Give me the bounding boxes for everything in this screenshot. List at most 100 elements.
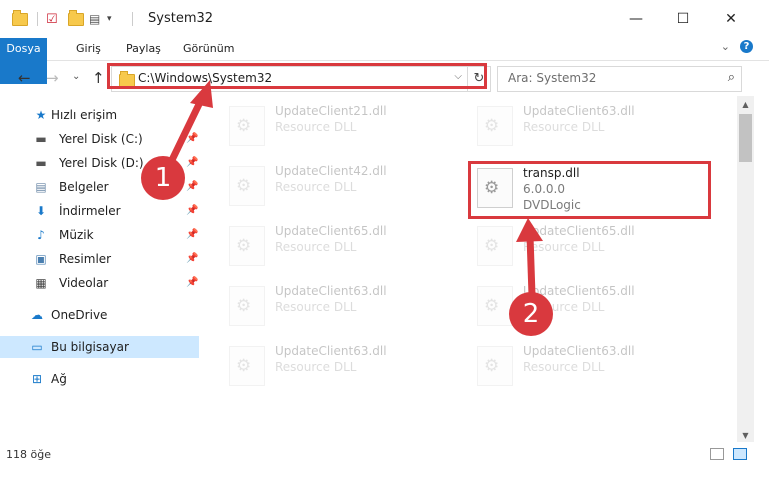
sidebar-item-videos[interactable]: ▦ Videolar 📌 xyxy=(0,272,199,294)
recent-locations-button[interactable]: ⌄ xyxy=(72,71,80,82)
file-list: UpdateClient21.dll Resource DLL UpdateCl… xyxy=(207,96,737,442)
videos-icon: ▦ xyxy=(35,276,47,290)
search-placeholder: Ara: System32 xyxy=(508,71,597,85)
file-item[interactable]: UpdateClient65.dll Resource DLL xyxy=(475,220,705,266)
pin-icon[interactable]: 📌 xyxy=(186,128,198,150)
computer-icon: ▭ xyxy=(31,340,43,354)
network-icon: ⊞ xyxy=(31,372,43,386)
step-marker-1: 1 xyxy=(141,156,185,200)
details-view-icon[interactable] xyxy=(710,448,724,460)
dll-file-icon xyxy=(477,346,513,386)
search-input[interactable]: Ara: System32 ⌕ xyxy=(497,66,742,92)
back-button[interactable]: ← xyxy=(18,69,31,87)
window-title: System32 xyxy=(148,11,214,26)
tab-home[interactable]: Giriş xyxy=(66,38,111,60)
sidebar-item-music[interactable]: ♪ Müzik 📌 xyxy=(0,224,199,246)
search-icon[interactable]: ⌕ xyxy=(728,70,735,85)
scroll-thumb[interactable] xyxy=(739,114,752,162)
sidebar-item-label: Müzik xyxy=(59,228,94,242)
status-bar: 118 öğe xyxy=(0,442,769,467)
sidebar-item-label: Hızlı erişim xyxy=(51,108,118,122)
sidebar-item-label: Ağ xyxy=(51,372,67,386)
up-button[interactable]: ↑ xyxy=(92,69,105,87)
sidebar-item-pictures[interactable]: ▣ Resimler 📌 xyxy=(0,248,199,270)
sidebar-item-this-pc[interactable]: ▭ Bu bilgisayar xyxy=(0,336,199,358)
file-type: Resource DLL xyxy=(275,360,357,374)
dll-file-icon xyxy=(229,166,265,206)
file-type: Resource DLL xyxy=(275,120,357,134)
sidebar-item-quick-access[interactable]: ★ Hızlı erişim xyxy=(0,104,199,126)
file-item[interactable]: UpdateClient63.dll Resource DLL xyxy=(475,100,705,146)
properties-icon[interactable]: ☑ xyxy=(46,10,58,28)
download-icon: ⬇ xyxy=(35,204,47,218)
file-name: UpdateClient65.dll xyxy=(523,224,635,238)
file-type: Resource DLL xyxy=(523,240,605,254)
file-type: Resource DLL xyxy=(523,120,605,134)
pin-icon[interactable]: 📌 xyxy=(186,152,198,174)
file-item[interactable]: UpdateClient42.dll Resource DLL xyxy=(227,160,457,206)
step-marker-2: 2 xyxy=(509,292,553,336)
folder-icon xyxy=(12,9,28,28)
cloud-icon: ☁ xyxy=(31,308,43,322)
sidebar-item-local-disk-c[interactable]: ▬ Yerel Disk (C:) 📌 xyxy=(0,128,199,150)
dll-file-icon xyxy=(477,226,513,266)
quick-access-dropdown-icon[interactable]: ▾ xyxy=(107,10,112,28)
pin-icon[interactable]: 📌 xyxy=(186,224,198,246)
dll-file-icon xyxy=(229,226,265,266)
sidebar-item-onedrive[interactable]: ☁ OneDrive xyxy=(0,304,199,326)
sidebar-item-label: Videolar xyxy=(59,276,109,290)
tab-share[interactable]: Paylaş xyxy=(116,38,171,60)
title-bar: ☑ ▤ ▾ System32 — ☐ ✕ xyxy=(0,0,769,38)
file-item[interactable]: UpdateClient65.dll Resource DLL xyxy=(227,220,457,266)
file-item[interactable]: UpdateClient63.dll Resource DLL xyxy=(227,280,457,326)
ribbon-expand-icon[interactable]: ⌄ xyxy=(721,40,730,53)
music-icon: ♪ xyxy=(37,228,45,242)
address-highlight-box xyxy=(107,63,487,89)
dll-file-icon xyxy=(477,106,513,146)
vertical-scrollbar[interactable]: ▲ ▼ xyxy=(737,96,754,442)
sidebar-item-network[interactable]: ⊞ Ağ xyxy=(0,368,199,390)
new-folder-icon[interactable] xyxy=(68,9,84,28)
maximize-button[interactable]: ☐ xyxy=(663,6,703,32)
pictures-icon: ▣ xyxy=(35,252,47,266)
pin-icon[interactable]: 📌 xyxy=(186,200,198,222)
customize-icon[interactable]: ▤ xyxy=(89,10,100,28)
pin-icon[interactable]: 📌 xyxy=(186,248,198,270)
file-type: Resource DLL xyxy=(275,180,357,194)
sidebar-item-label: Yerel Disk (C:) xyxy=(59,132,143,146)
file-item[interactable]: UpdateClient63.dll Resource DLL xyxy=(227,340,457,386)
dll-file-icon xyxy=(229,346,265,386)
file-name: UpdateClient65.dll xyxy=(275,224,387,238)
sidebar-item-label: Yerel Disk (D:) xyxy=(59,156,144,170)
file-type: Resource DLL xyxy=(275,300,357,314)
file-item[interactable]: UpdateClient63.dll Resource DLL xyxy=(475,340,705,386)
file-item[interactable]: UpdateClient21.dll Resource DLL xyxy=(227,100,457,146)
file-name: UpdateClient63.dll xyxy=(275,284,387,298)
sidebar-item-label: OneDrive xyxy=(51,308,108,322)
scroll-up-icon[interactable]: ▲ xyxy=(737,100,754,109)
sidebar-item-label: Belgeler xyxy=(59,180,109,194)
file-name: UpdateClient63.dll xyxy=(523,104,635,118)
forward-button[interactable]: → xyxy=(46,69,59,87)
file-name: UpdateClient63.dll xyxy=(275,344,387,358)
ribbon: Dosya Giriş Paylaş Görünüm ⌄ ? xyxy=(0,38,769,84)
divider xyxy=(132,12,133,26)
tab-view[interactable]: Görünüm xyxy=(173,38,244,60)
file-highlight-box xyxy=(468,161,711,219)
minimize-button[interactable]: — xyxy=(616,6,656,32)
dll-file-icon xyxy=(229,106,265,146)
file-explorer-window: ☑ ▤ ▾ System32 — ☐ ✕ Dosya Giriş Paylaş … xyxy=(0,0,769,485)
scroll-down-icon[interactable]: ▼ xyxy=(737,431,754,440)
drive-icon: ▬ xyxy=(35,132,47,146)
documents-icon: ▤ xyxy=(35,180,47,194)
close-button[interactable]: ✕ xyxy=(711,6,751,32)
pin-icon[interactable]: 📌 xyxy=(186,272,198,294)
navigation-pane: ★ Hızlı erişim ▬ Yerel Disk (C:) 📌 ▬ Yer… xyxy=(0,96,205,442)
dll-file-icon xyxy=(229,286,265,326)
pin-icon[interactable]: 📌 xyxy=(186,176,198,198)
item-count: 118 öğe xyxy=(6,448,51,461)
sidebar-item-downloads[interactable]: ⬇ İndirmeler 📌 xyxy=(0,200,199,222)
large-icons-view-icon[interactable] xyxy=(733,448,747,460)
help-icon[interactable]: ? xyxy=(740,40,753,53)
sidebar-item-label: Bu bilgisayar xyxy=(51,340,129,354)
